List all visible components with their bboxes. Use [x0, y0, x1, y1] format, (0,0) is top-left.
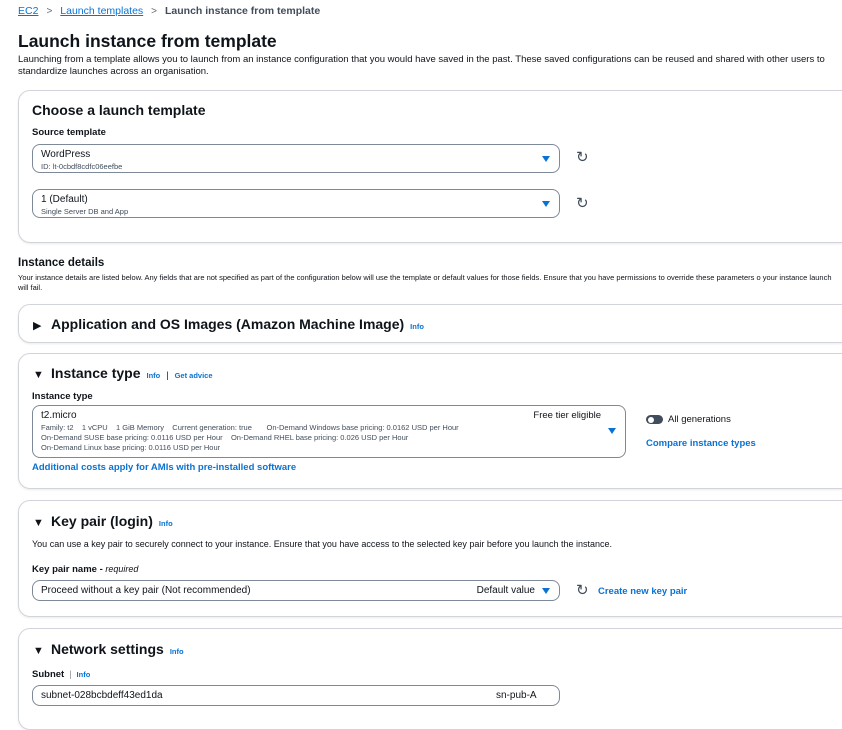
compare-instance-types-link[interactable]: Compare instance types: [646, 438, 756, 449]
toggle-knob: [648, 416, 654, 423]
triangle-down-icon: ▼: [33, 369, 44, 381]
create-key-pair-link[interactable]: Create new key pair: [598, 586, 687, 597]
instance-type-title: Instance type: [51, 365, 141, 381]
instance-details-description: Your instance details are listed below. …: [18, 273, 832, 292]
refresh-icon[interactable]: ↻: [576, 583, 589, 598]
ami-panel: ▶ Application and OS Images (Amazon Mach…: [18, 304, 842, 343]
instance-type-select[interactable]: t2.micro Free tier eligible Family: t2 1…: [32, 405, 626, 458]
key-pair-select[interactable]: Proceed without a key pair (Not recommen…: [32, 580, 560, 601]
required-marker: required: [105, 564, 139, 574]
source-template-value: WordPress: [41, 149, 91, 160]
key-pair-info-link[interactable]: Info: [159, 519, 173, 528]
instance-type-panel: ▼ Instance type Info | Get advice Instan…: [18, 353, 842, 489]
ami-section-title: Application and OS Images (Amazon Machin…: [51, 316, 405, 332]
ami-info-link[interactable]: Info: [410, 322, 424, 331]
breadcrumb-current: Launch instance from template: [165, 5, 321, 17]
breadcrumb: EC2 > Launch templates > Launch instance…: [18, 5, 320, 17]
template-version-description: Single Server DB and App: [41, 207, 129, 216]
breadcrumb-launch-templates-link[interactable]: Launch templates: [60, 5, 143, 17]
refresh-icon[interactable]: ↻: [576, 150, 589, 165]
template-version-value: 1 (Default): [41, 194, 88, 205]
network-settings-header[interactable]: ▼ Network settings Info: [33, 641, 184, 657]
key-pair-label-row: Key pair name - required: [32, 564, 138, 575]
chevron-right-icon: >: [46, 5, 53, 17]
triangle-right-icon: ▶: [33, 320, 42, 332]
link-separator: |: [166, 370, 169, 380]
key-pair-label: Key pair name: [32, 564, 97, 575]
key-pair-description: You can use a key pair to securely conne…: [32, 539, 613, 549]
all-generations-label: All generations: [668, 414, 731, 425]
caret-down-icon: [542, 588, 550, 594]
all-generations-toggle[interactable]: [646, 415, 663, 424]
subnet-name: sn-pub-A: [496, 690, 537, 701]
source-template-select[interactable]: WordPress ID: lt-0cbdf8cdfc06eefbe: [32, 144, 560, 173]
subnet-id: subnet-028bcbdeff43ed1da: [41, 690, 163, 701]
key-pair-title: Key pair (login): [51, 513, 153, 529]
network-settings-title: Network settings: [51, 641, 164, 657]
triangle-down-icon: ▼: [33, 517, 44, 529]
triangle-down-icon: ▼: [33, 645, 44, 657]
key-pair-header[interactable]: ▼ Key pair (login) Info: [33, 513, 173, 529]
subnet-label: Subnet: [32, 669, 65, 680]
instance-type-label: Instance type: [32, 391, 93, 402]
subnet-select[interactable]: subnet-028bcbdeff43ed1da sn-pub-A: [32, 685, 560, 706]
source-template-label: Source template: [32, 127, 106, 138]
network-settings-panel: ▼ Network settings Info Subnet | Info su…: [18, 628, 842, 730]
caret-down-icon: [608, 428, 616, 434]
choose-template-title: Choose a launch template: [32, 102, 206, 118]
key-pair-value: Proceed without a key pair (Not recommen…: [41, 585, 251, 596]
default-value-label: Default value: [476, 585, 535, 596]
subnet-info-link[interactable]: Info: [77, 670, 91, 679]
page-description: Launching from a template allows you to …: [18, 54, 825, 77]
instance-type-value: t2.micro: [41, 410, 77, 421]
choose-template-panel: Choose a launch template Source template…: [18, 90, 842, 243]
instance-type-pricing-linux: On-Demand Linux base pricing: 0.0116 USD…: [41, 443, 221, 452]
chevron-right-icon: >: [151, 5, 158, 17]
additional-costs-link[interactable]: Additional costs apply for AMIs with pre…: [32, 462, 296, 473]
ami-section-header[interactable]: ▶ Application and OS Images (Amazon Mach…: [33, 316, 424, 332]
breadcrumb-ec2-link[interactable]: EC2: [18, 5, 38, 17]
source-template-id: ID: lt-0cbdf8cdfc06eefbe: [41, 162, 123, 171]
instance-type-info-link[interactable]: Info: [146, 371, 160, 380]
free-tier-badge: Free tier eligible: [533, 410, 601, 421]
template-version-select[interactable]: 1 (Default) Single Server DB and App: [32, 189, 560, 218]
refresh-icon[interactable]: ↻: [576, 196, 589, 211]
network-info-link[interactable]: Info: [170, 647, 184, 656]
get-advice-link[interactable]: Get advice: [175, 371, 213, 380]
instance-type-pricing-suse-rhel: On-Demand SUSE base pricing: 0.0116 USD …: [41, 433, 409, 442]
key-pair-panel: ▼ Key pair (login) Info You can use a ke…: [18, 500, 842, 617]
subnet-label-row: Subnet | Info: [32, 669, 90, 680]
page-title: Launch instance from template: [18, 31, 277, 51]
caret-down-icon: [542, 201, 550, 207]
instance-details-heading: Instance details: [18, 257, 105, 269]
instance-type-specs: Family: t2 1 vCPU 1 GiB Memory Current g…: [41, 423, 459, 432]
instance-type-header[interactable]: ▼ Instance type Info | Get advice: [33, 365, 213, 381]
caret-down-icon: [542, 156, 550, 162]
label-divider: |: [69, 669, 72, 679]
